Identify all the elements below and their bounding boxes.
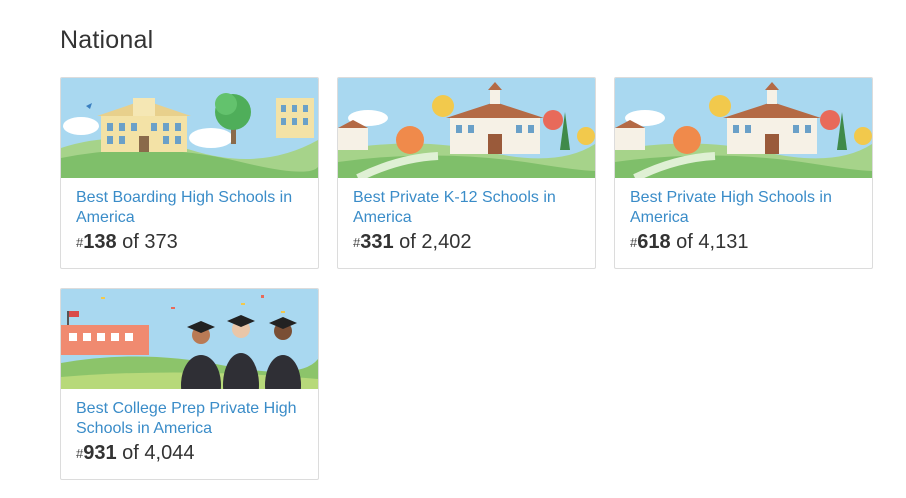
campus-illustration bbox=[615, 78, 872, 178]
rank-number: 931 bbox=[83, 442, 117, 464]
ranking-title-link[interactable]: Best Private K-12 Schools in America bbox=[353, 188, 580, 228]
rank-total: of 2,402 bbox=[399, 231, 472, 253]
boarding-school-illustration bbox=[61, 78, 318, 178]
rank-line: #931 of 4,044 bbox=[76, 442, 303, 465]
rank-number: 138 bbox=[83, 231, 117, 253]
graduation-illustration bbox=[61, 289, 318, 389]
section-title: National bbox=[60, 26, 154, 54]
rank-number: 618 bbox=[637, 231, 671, 253]
ranking-card-boarding[interactable]: Best Boarding High Schools in America #1… bbox=[60, 77, 319, 269]
ranking-title-link[interactable]: Best Boarding High Schools in America bbox=[76, 188, 303, 228]
ranking-card-private-high[interactable]: Best Private High Schools in America #61… bbox=[614, 77, 873, 269]
rank-line: #618 of 4,131 bbox=[630, 231, 857, 254]
ranking-card-k12[interactable]: Best Private K-12 Schools in America #33… bbox=[337, 77, 596, 269]
rank-line: #331 of 2,402 bbox=[353, 231, 580, 254]
rank-total: of 373 bbox=[122, 231, 178, 253]
ranking-title-link[interactable]: Best College Prep Private High Schools i… bbox=[76, 399, 303, 439]
ranking-card-college-prep[interactable]: Best College Prep Private High Schools i… bbox=[60, 288, 319, 480]
rank-number: 331 bbox=[360, 231, 394, 253]
ranking-title-link[interactable]: Best Private High Schools in America bbox=[630, 188, 857, 228]
rank-total: of 4,131 bbox=[676, 231, 749, 253]
rank-total: of 4,044 bbox=[122, 442, 195, 464]
rank-line: #138 of 373 bbox=[76, 231, 303, 254]
campus-illustration bbox=[338, 78, 595, 178]
